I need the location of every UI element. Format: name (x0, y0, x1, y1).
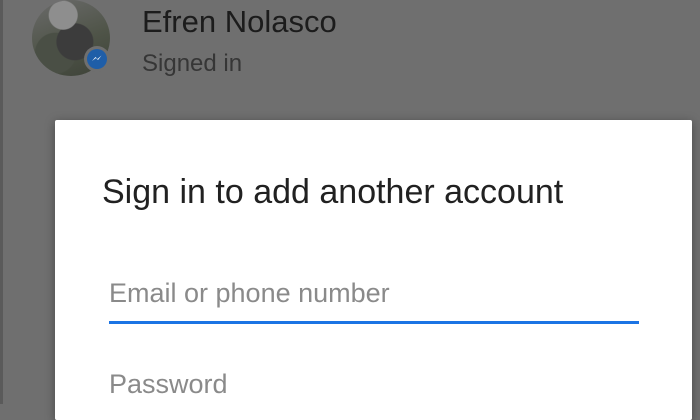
add-account-dialog: Sign in to add another account (55, 120, 692, 420)
account-name: Efren Nolasco (142, 4, 337, 39)
avatar (32, 0, 110, 76)
dialog-title: Sign in to add another account (102, 173, 564, 211)
messenger-icon (87, 49, 107, 69)
messenger-badge (84, 46, 110, 72)
email-field[interactable] (109, 268, 639, 318)
signed-in-account-row[interactable]: Efren Nolasco Signed in (0, 0, 700, 100)
password-field[interactable] (109, 359, 639, 409)
account-status: Signed in (142, 50, 243, 77)
email-field-underline (109, 321, 639, 324)
